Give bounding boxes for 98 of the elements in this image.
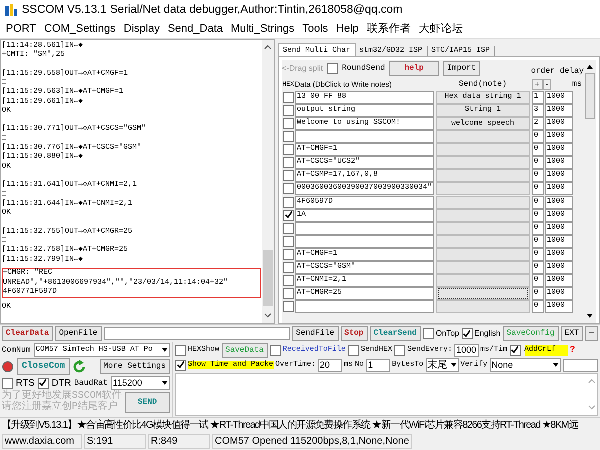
checkbox[interactable] (283, 196, 294, 208)
menu-item[interactable]: Send_Data (168, 22, 224, 35)
verify-dropdown[interactable]: None (490, 358, 561, 372)
clear-send-button[interactable]: ClearSend (370, 326, 421, 342)
baud-rate-label: BaudRat (74, 378, 108, 388)
refresh-icon[interactable] (73, 360, 88, 374)
baud-rate-dropdown[interactable]: 115200 (110, 376, 170, 390)
close-com-button[interactable]: CloseCom (17, 358, 70, 376)
menu-item[interactable]: Multi_Strings (231, 22, 295, 35)
checkbox[interactable] (394, 344, 406, 356)
rts-label: RTS (16, 378, 35, 389)
dropdown-arrow-icon[interactable] (450, 361, 458, 370)
menu-item[interactable]: Help (336, 22, 359, 35)
checkbox[interactable] (422, 328, 434, 340)
menu-item[interactable]: 联系作者 (366, 21, 411, 36)
checkbox[interactable] (283, 170, 294, 182)
file-path-field[interactable] (104, 327, 290, 340)
checkbox[interactable] (175, 360, 186, 371)
collapse-button[interactable]: — (585, 326, 598, 342)
checkbox[interactable] (283, 248, 294, 260)
verify-value-field[interactable] (562, 358, 598, 372)
status-light-icon (2, 360, 14, 373)
scroll-down-icon[interactable] (586, 312, 594, 320)
english-label: English (474, 329, 501, 338)
status-field: S:191 (84, 434, 146, 449)
scroll-thumb[interactable] (263, 250, 273, 306)
menu-item[interactable]: Tools (302, 22, 328, 35)
dtr-label: DTR (52, 378, 72, 389)
checkbox[interactable] (283, 288, 294, 300)
remove-button[interactable]: - (542, 78, 552, 90)
checkbox[interactable] (175, 344, 186, 356)
scroll-down-icon[interactable] (264, 312, 272, 320)
data-field[interactable] (295, 234, 434, 248)
help-button[interactable]: help (389, 61, 440, 76)
promo-text: 为了更好地发展SSCOM软件 (2, 391, 122, 402)
menu-item[interactable]: PORT (6, 22, 36, 35)
app-icon (4, 2, 18, 17)
scrollbar[interactable] (262, 40, 274, 324)
send-button[interactable]: SEND (125, 392, 170, 413)
checkbox[interactable] (283, 118, 294, 129)
checkbox[interactable] (327, 63, 338, 74)
checkbox[interactable] (283, 131, 294, 142)
status-field: R:849 (148, 434, 210, 449)
news-ticker[interactable]: 【升级到V5.13.1】★合宙高性价比4G模块值得一试 ★RT-Thread中国人的开源免费操作系统 ★新一代WiFi芯片兼容8266支持RT-Thread ★8KM远 (0, 417, 600, 433)
data-field[interactable] (295, 300, 434, 314)
send-header: Send(note) (458, 80, 508, 89)
add-button[interactable]: + (532, 78, 543, 90)
overtime-field[interactable]: 20 (318, 358, 342, 372)
clear-data-button[interactable]: ClearData (2, 326, 54, 342)
order-delay-label: order delay (531, 66, 584, 76)
checkbox[interactable] (283, 301, 294, 312)
menu-item[interactable]: Display (124, 22, 160, 35)
checkbox[interactable] (2, 378, 13, 389)
send-string-button[interactable] (436, 287, 530, 300)
scrollbar[interactable] (584, 60, 596, 324)
com-number-label: ComNum (2, 346, 31, 355)
checkbox[interactable] (38, 378, 49, 389)
bytes-position-dropdown[interactable]: 末尾 (426, 358, 459, 372)
checkbox[interactable] (283, 222, 294, 234)
checkbox[interactable] (462, 328, 473, 340)
checkbox[interactable] (283, 183, 294, 194)
data-field[interactable] (295, 222, 434, 235)
checkbox[interactable] (283, 157, 294, 168)
promo-text: 请您注册嘉立创P结尾客户 (2, 402, 120, 414)
dropdown-arrow-icon[interactable] (552, 361, 560, 370)
status-field: COM57 Opened 115200bps,8,1,None,None (212, 434, 412, 449)
dropdown-arrow-icon[interactable] (161, 379, 169, 388)
checkbox[interactable] (283, 262, 294, 274)
round-send-label: RoundSend (342, 64, 386, 74)
checkbox[interactable] (283, 92, 294, 103)
checkbox[interactable] (510, 344, 521, 356)
import-button[interactable]: Import (443, 61, 480, 76)
dropdown-arrow-icon[interactable] (161, 346, 169, 354)
help-mark[interactable]: ? (570, 345, 576, 356)
data-field[interactable] (295, 130, 434, 144)
scroll-up-icon[interactable] (264, 42, 272, 51)
scroll-up-icon[interactable] (586, 62, 594, 71)
checkbox[interactable] (283, 210, 294, 221)
stop-button[interactable]: Stop (340, 326, 368, 342)
ext-button[interactable]: EXT (560, 326, 584, 342)
number-field[interactable]: 1 (366, 358, 390, 372)
checkbox[interactable] (283, 275, 294, 286)
interval-field[interactable]: 1000 (454, 344, 478, 357)
scroll-thumb[interactable] (585, 72, 595, 119)
checkbox[interactable] (283, 104, 294, 116)
status-field: www.daxia.com (2, 434, 82, 449)
ms-header: ms (571, 80, 582, 89)
send-file-button[interactable]: SendFile (292, 326, 339, 342)
open-file-button[interactable]: OpenFile (55, 326, 102, 342)
checkbox[interactable] (270, 344, 281, 356)
checkbox[interactable] (283, 236, 294, 247)
menu-item[interactable]: 大虾论坛 (418, 21, 463, 36)
checkbox[interactable] (348, 344, 359, 356)
on-top-label: OnTop (436, 329, 460, 338)
more-settings-button[interactable]: More Settings (100, 359, 170, 374)
menu-item[interactable]: COM_Settings (44, 22, 116, 35)
checkbox[interactable] (283, 144, 294, 156)
window-title: SSCOM V5.13.1 Serial/Net data debugger,Author:Tintin,2618058@qq.com (22, 4, 403, 16)
